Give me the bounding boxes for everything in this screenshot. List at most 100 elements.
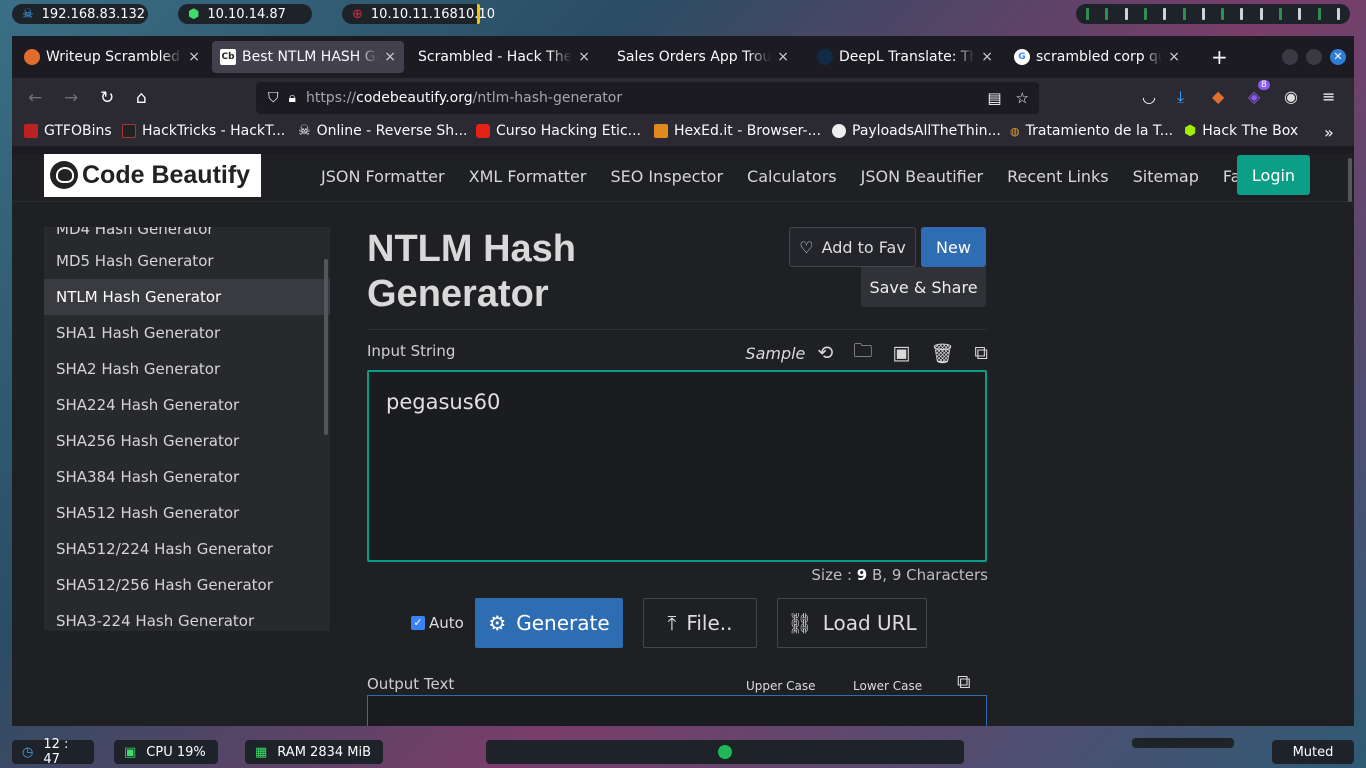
- save-icon[interactable]: ▣: [892, 342, 910, 364]
- tab-google[interactable]: G scrambled corp que c ×: [1006, 41, 1188, 73]
- bookmark-gtfobins[interactable]: GTFOBins: [24, 123, 112, 139]
- sidebar-item-sha512[interactable]: SHA512 Hash Generator: [44, 495, 330, 531]
- downloads-icon[interactable]: ⤓: [1177, 87, 1184, 107]
- workspace-indicator[interactable]: [1278, 8, 1282, 20]
- bookmark-curso-hacking[interactable]: Curso Hacking Etic...: [476, 123, 641, 139]
- trash-icon[interactable]: 🗑︎: [930, 342, 954, 365]
- tab-deepl[interactable]: DeepL Translate: The ×: [809, 41, 1001, 73]
- copy-icon[interactable]: ⧉: [974, 342, 988, 364]
- music-widget[interactable]: [486, 740, 964, 764]
- nav-xml-formatter[interactable]: XML Formatter: [469, 167, 587, 186]
- tab-ntlm[interactable]: Cb Best NTLM HASH Gen ×: [212, 41, 404, 73]
- sidebar-item-sha256[interactable]: SHA256 Hash Generator: [44, 423, 330, 459]
- input-textarea[interactable]: pegasus60: [367, 370, 987, 562]
- sidebar-item-sha384[interactable]: SHA384 Hash Generator: [44, 459, 330, 495]
- reader-view-icon[interactable]: ▤: [987, 89, 1001, 107]
- sample-link[interactable]: Sample: [745, 344, 805, 363]
- sidebar-item-sha3-224[interactable]: SHA3-224 Hash Generator: [44, 603, 330, 631]
- forward-icon[interactable]: →: [64, 88, 78, 108]
- nav-json-beautifier[interactable]: JSON Beautifier: [861, 167, 984, 186]
- close-window-button[interactable]: ✕: [1330, 49, 1346, 65]
- menu-icon[interactable]: ≡: [1322, 87, 1335, 106]
- sidebar-item-ntlm[interactable]: NTLM Hash Generator: [44, 279, 330, 315]
- back-icon[interactable]: ←: [28, 88, 42, 108]
- close-icon[interactable]: ×: [777, 49, 789, 65]
- pocket-icon[interactable]: ◡: [1142, 87, 1156, 106]
- site-logo[interactable]: Code Beautify: [44, 154, 261, 197]
- more-bookmarks-icon[interactable]: »: [1324, 123, 1334, 142]
- workspaces[interactable]: [1076, 4, 1350, 24]
- workspace-indicator[interactable]: [1105, 8, 1109, 20]
- workspace-indicator[interactable]: [1336, 8, 1340, 20]
- bookmark-payloadsallthethings[interactable]: PayloadsAllTheThin...: [832, 123, 1001, 139]
- maximize-button[interactable]: [1306, 49, 1322, 65]
- extension-spy-icon[interactable]: ◉: [1284, 87, 1298, 106]
- login-button[interactable]: Login: [1237, 155, 1310, 195]
- shield-icon[interactable]: ⛉: [268, 90, 279, 106]
- sidebar-scrollbar[interactable]: [324, 259, 328, 435]
- sidebar-item-sha224[interactable]: SHA224 Hash Generator: [44, 387, 330, 423]
- folder-icon[interactable]: 🗀︎: [853, 337, 872, 369]
- tab-writeup[interactable]: Writeup Scrambled H ×: [16, 41, 208, 73]
- sidebar-item-md4[interactable]: MD4 Hash Generator: [44, 227, 330, 243]
- spotify-icon[interactable]: [718, 745, 732, 759]
- generate-button[interactable]: ⚙ Generate: [475, 598, 623, 648]
- workspace-indicator[interactable]: [1143, 8, 1147, 20]
- copy-output-icon[interactable]: ⧉: [957, 671, 971, 693]
- extension-wappalyzer-icon[interactable]: ◈: [1248, 87, 1260, 106]
- lock-icon[interactable]: 🔒︎: [289, 90, 296, 106]
- home-icon[interactable]: ⌂: [136, 88, 147, 108]
- tab-sales-orders[interactable]: Sales Orders App Trouble ×: [609, 41, 797, 73]
- close-icon[interactable]: ×: [578, 49, 590, 65]
- upper-case-button[interactable]: Upper Case: [746, 679, 816, 693]
- workspace-indicator[interactable]: [1124, 8, 1128, 20]
- nav-sitemap[interactable]: Sitemap: [1133, 167, 1199, 186]
- url-bar[interactable]: ⛉ 🔒︎ https://codebeautify.org/ntlm-hash-…: [256, 82, 1039, 114]
- minimize-button[interactable]: [1282, 49, 1298, 65]
- load-url-button[interactable]: ⛓ Load URL: [777, 598, 927, 648]
- close-icon[interactable]: ×: [1168, 49, 1180, 65]
- save-share-button[interactable]: Save & Share: [861, 267, 986, 307]
- workspace-indicator[interactable]: [1182, 8, 1186, 20]
- output-textarea[interactable]: [367, 695, 987, 726]
- sidebar-item-md5[interactable]: MD5 Hash Generator: [44, 243, 330, 279]
- page-scrollbar[interactable]: [1348, 158, 1352, 202]
- workspace-indicator[interactable]: [1221, 8, 1225, 20]
- new-button[interactable]: New: [921, 227, 986, 267]
- reload-icon[interactable]: ↻: [100, 88, 114, 108]
- bookmark-star-icon[interactable]: ☆: [1016, 89, 1029, 107]
- workspace-indicator[interactable]: [1201, 8, 1205, 20]
- auto-checkbox[interactable]: ✓ Auto: [411, 614, 464, 632]
- new-tab-button[interactable]: +: [1211, 45, 1228, 69]
- workspace-indicator[interactable]: [1240, 8, 1244, 20]
- tab-scrambled[interactable]: Scrambled - Hack The Bo ×: [410, 41, 598, 73]
- nav-calculators[interactable]: Calculators: [747, 167, 837, 186]
- close-icon[interactable]: ×: [981, 49, 993, 65]
- sidebar-item-sha2[interactable]: SHA2 Hash Generator: [44, 351, 330, 387]
- volume-widget[interactable]: Muted: [1272, 740, 1354, 764]
- bookmark-hacktricks[interactable]: HackTricks - HackT...: [122, 123, 285, 139]
- workspace-indicator[interactable]: [1163, 8, 1167, 20]
- bookmark-hackthebox[interactable]: ⬢ Hack The Box: [1184, 123, 1298, 139]
- checkbox-checked-icon[interactable]: ✓: [411, 616, 425, 630]
- close-icon[interactable]: ×: [384, 49, 396, 65]
- add-to-fav-button[interactable]: ♡ Add to Fav: [789, 227, 916, 267]
- sidebar-item-sha512-256[interactable]: SHA512/256 Hash Generator: [44, 567, 330, 603]
- nav-recent-links[interactable]: Recent Links: [1007, 167, 1108, 186]
- nav-json-formatter[interactable]: JSON Formatter: [321, 167, 445, 186]
- sidebar-item-sha1[interactable]: SHA1 Hash Generator: [44, 315, 330, 351]
- sidebar-item-sha512-224[interactable]: SHA512/224 Hash Generator: [44, 531, 330, 567]
- bookmark-reverse-shell[interactable]: ☠ Online - Reverse Sh...: [298, 123, 468, 139]
- bookmark-tratamiento[interactable]: ◍ Tratamiento de la T...: [1010, 123, 1173, 139]
- workspace-indicator[interactable]: [1259, 8, 1263, 20]
- close-icon[interactable]: ×: [188, 49, 200, 65]
- workspace-indicator[interactable]: [1317, 8, 1321, 20]
- nav-seo-inspector[interactable]: SEO Inspector: [610, 167, 723, 186]
- file-upload-button[interactable]: ⤒ File..: [643, 598, 757, 648]
- workspace-indicator[interactable]: [1298, 8, 1302, 20]
- extension-foxyproxy-icon[interactable]: ◆: [1212, 87, 1224, 106]
- bookmark-hexed[interactable]: HexEd.it - Browser-...: [654, 123, 821, 139]
- workspace-indicator[interactable]: [1086, 8, 1090, 20]
- history-icon[interactable]: ⟲: [817, 342, 833, 364]
- lower-case-button[interactable]: Lower Case: [853, 679, 922, 693]
